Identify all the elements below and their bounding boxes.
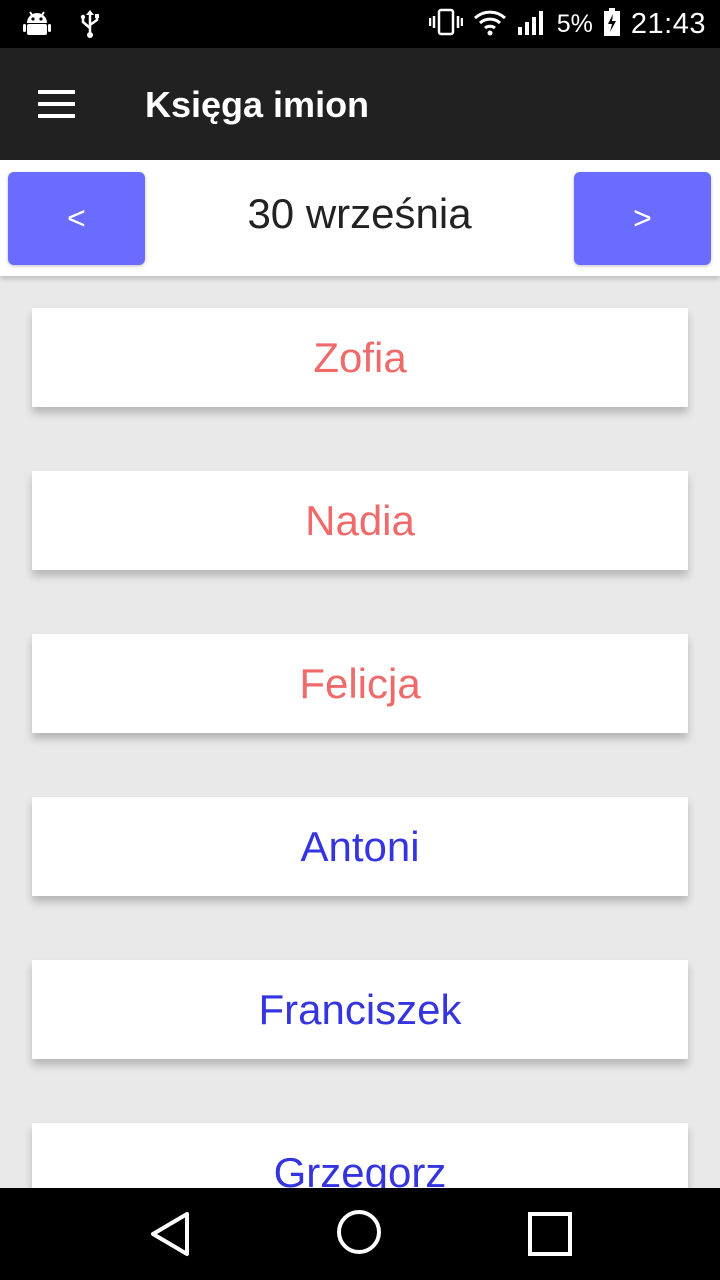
name-card[interactable]: Felicja (32, 634, 688, 733)
app-title: Księga imion (145, 84, 370, 125)
current-date: 30 września (247, 190, 472, 237)
name-label: Franciszek (258, 985, 462, 1033)
system-navigation-bar (0, 1188, 720, 1280)
name-label: Antoni (300, 822, 420, 870)
android-icon (22, 9, 52, 44)
name-card[interactable]: Antoni (32, 797, 688, 896)
wifi-icon (473, 8, 507, 41)
name-label: Felicja (299, 659, 421, 707)
clock: 21:43 (630, 7, 706, 40)
hamburger-menu-icon[interactable] (26, 76, 86, 132)
next-day-button[interactable]: > (574, 172, 711, 265)
name-label: Zofia (313, 333, 407, 381)
home-icon[interactable] (336, 1209, 382, 1260)
vibrate-icon (428, 7, 464, 42)
status-bar: 5% 21:43 (0, 0, 720, 48)
names-list[interactable]: Zofia Nadia Felicja Antoni Franciszek Gr… (0, 276, 720, 1188)
date-navigation: < 30 września > (0, 160, 720, 276)
name-label: Grzegorz (273, 1148, 447, 1189)
recent-apps-icon[interactable] (528, 1212, 572, 1261)
name-label: Nadia (305, 496, 415, 544)
name-card[interactable]: Franciszek (32, 960, 688, 1059)
previous-day-button[interactable]: < (8, 172, 145, 265)
app-bar: Księga imion (0, 48, 720, 160)
name-card[interactable]: Zofia (32, 308, 688, 407)
back-icon[interactable] (148, 1210, 192, 1263)
signal-icon (517, 8, 547, 41)
name-card[interactable]: Nadia (32, 471, 688, 570)
battery-percentage: 5% (556, 9, 593, 38)
usb-icon (80, 9, 100, 44)
battery-charging-icon (603, 7, 621, 42)
name-card[interactable]: Grzegorz (32, 1123, 688, 1188)
